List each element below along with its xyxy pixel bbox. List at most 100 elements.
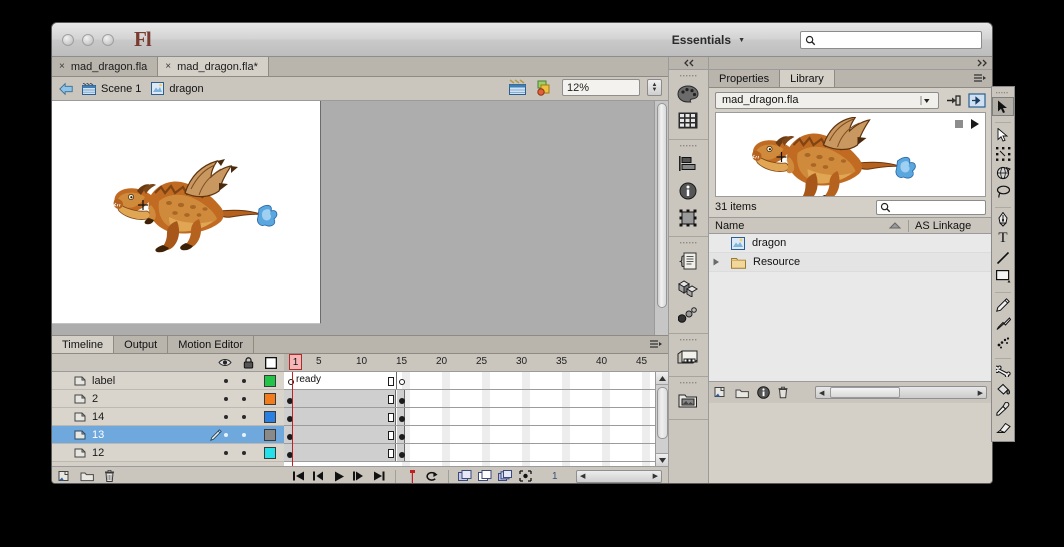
tools-grip[interactable] — [992, 90, 1014, 97]
scroll-up-button[interactable] — [656, 372, 668, 385]
library-panel-button[interactable] — [669, 387, 707, 414]
lasso-tool[interactable] — [992, 182, 1014, 201]
layer-color-swatch[interactable] — [264, 446, 276, 459]
step-back-one-frame-button[interactable] — [312, 470, 326, 483]
stage-canvas[interactable] — [52, 101, 321, 324]
minimize-window-button[interactable] — [82, 34, 94, 46]
back-arrow-icon[interactable] — [58, 82, 74, 96]
scroll-left-icon[interactable]: ◀ — [580, 472, 585, 480]
rail-grip[interactable] — [669, 73, 708, 80]
layer-color-swatch[interactable] — [264, 428, 276, 441]
movie-explorer-button[interactable] — [669, 344, 707, 371]
close-icon[interactable]: × — [165, 61, 171, 72]
document-tab-1[interactable]: × mad_dragon.fla — [52, 57, 159, 76]
timeline-ruler[interactable]: 1 5 10 15 20 25 30 35 40 45 — [284, 354, 668, 372]
edit-multiple-frames-button[interactable] — [498, 470, 512, 483]
delete-layer-icon[interactable] — [103, 469, 116, 483]
workspace-switcher[interactable]: Essentials ▼ — [668, 31, 749, 49]
layer-visibility-dot[interactable] — [224, 396, 228, 401]
layer-lock-dot[interactable] — [242, 378, 246, 383]
layer-color-swatch[interactable] — [264, 392, 276, 405]
motion-presets-button[interactable] — [669, 301, 707, 328]
layer-row-label[interactable]: label — [52, 372, 284, 390]
column-name[interactable]: Name — [709, 220, 908, 232]
layer-color-swatch[interactable] — [264, 410, 276, 423]
tab-motion-editor[interactable]: Motion Editor — [168, 336, 255, 353]
tab-timeline[interactable]: Timeline — [52, 336, 115, 353]
lock-icon[interactable] — [243, 356, 254, 369]
paint-bucket-tool[interactable] — [992, 380, 1014, 399]
layer-lock-dot[interactable] — [242, 396, 246, 401]
layer-lock-dot[interactable] — [242, 414, 246, 419]
stop-icon[interactable] — [955, 120, 963, 128]
breadcrumb-scene[interactable]: Scene 1 — [82, 82, 141, 95]
loop-playback-button[interactable] — [425, 470, 439, 483]
frame-row-14[interactable] — [284, 408, 668, 426]
scroll-down-button[interactable] — [656, 453, 668, 466]
column-as-linkage[interactable]: AS Linkage — [908, 219, 992, 232]
rectangle-tool[interactable] — [992, 267, 1014, 286]
step-forward-one-frame-button[interactable] — [352, 470, 366, 483]
zoom-stepper[interactable]: ▲ ▼ — [647, 79, 662, 96]
library-row-resource[interactable]: Resource — [709, 253, 992, 272]
library-horizontal-scrollbar[interactable]: ◀ ▶ — [815, 386, 987, 399]
rail-grip[interactable] — [669, 337, 708, 344]
frame-row-13[interactable] — [284, 426, 668, 444]
brush-tool[interactable] — [992, 314, 1014, 333]
library-search-box[interactable] — [876, 199, 986, 215]
zoom-window-button[interactable] — [102, 34, 114, 46]
help-search-box[interactable] — [800, 31, 982, 49]
close-window-button[interactable] — [62, 34, 74, 46]
timeline-panel-menu-button[interactable] — [650, 336, 668, 353]
deco-tool[interactable] — [992, 333, 1014, 352]
free-transform-tool[interactable] — [992, 144, 1014, 163]
layer-row-13[interactable]: 13 — [52, 426, 284, 444]
playhead-marker[interactable]: 1 — [289, 354, 302, 370]
timeline-scroll-thumb[interactable] — [657, 387, 668, 439]
layer-visibility-dot[interactable] — [224, 432, 228, 437]
edit-scene-icon[interactable] — [508, 79, 528, 96]
layer-visibility-dot[interactable] — [224, 414, 228, 419]
breadcrumb-symbol[interactable]: dragon — [151, 82, 204, 95]
info-panel-button[interactable] — [669, 177, 707, 204]
rail-grip[interactable] — [669, 380, 708, 387]
layer-lock-dot[interactable] — [242, 450, 246, 455]
scroll-right-icon[interactable]: ▶ — [978, 389, 983, 397]
pen-tool[interactable] — [992, 210, 1014, 229]
new-folder-icon[interactable] — [735, 387, 750, 399]
pencil-tool[interactable] — [992, 295, 1014, 314]
subselection-tool[interactable] — [992, 125, 1014, 144]
frames-area[interactable]: 1 5 10 15 20 25 30 35 40 45 ready — [284, 354, 668, 466]
onion-skin-button[interactable] — [458, 470, 472, 483]
tab-properties[interactable]: Properties — [709, 70, 781, 87]
layer-visibility-dot[interactable] — [224, 378, 228, 383]
3d-rotation-tool[interactable] — [992, 163, 1014, 182]
frames-grid[interactable]: ready — [284, 372, 668, 466]
layer-lock-dot[interactable] — [242, 432, 246, 437]
eye-icon[interactable] — [218, 357, 232, 368]
play-icon[interactable] — [971, 119, 979, 129]
layer-row-2[interactable]: 2 — [52, 390, 284, 408]
new-library-panel-icon[interactable] — [968, 92, 986, 108]
timeline-horizontal-scrollbar[interactable]: ◀ ▶ — [576, 469, 662, 483]
properties-icon[interactable] — [757, 386, 770, 399]
eyedropper-tool[interactable] — [992, 399, 1014, 418]
layer-row-14[interactable]: 14 — [52, 408, 284, 426]
outline-square-icon[interactable] — [265, 356, 277, 369]
library-search-input[interactable] — [891, 200, 979, 214]
layer-row-12[interactable]: 12 — [52, 444, 284, 462]
center-frame-button[interactable] — [405, 469, 419, 483]
tab-output[interactable]: Output — [114, 336, 169, 353]
scroll-right-icon[interactable]: ▶ — [653, 472, 658, 480]
stage-scroll-thumb[interactable] — [657, 103, 667, 308]
library-item-list[interactable]: dragon Resource — [709, 234, 992, 381]
layer-visibility-dot[interactable] — [224, 450, 228, 455]
new-symbol-icon[interactable] — [714, 386, 728, 399]
eraser-tool[interactable] — [992, 418, 1014, 437]
dragon-artwork[interactable] — [107, 153, 297, 263]
layer-color-swatch[interactable] — [264, 374, 276, 387]
code-snippets-button[interactable]: { — [669, 247, 707, 274]
library-row-dragon[interactable]: dragon — [709, 234, 992, 253]
edit-symbols-icon[interactable] — [535, 79, 555, 96]
stage-vertical-scrollbar[interactable] — [654, 101, 668, 335]
